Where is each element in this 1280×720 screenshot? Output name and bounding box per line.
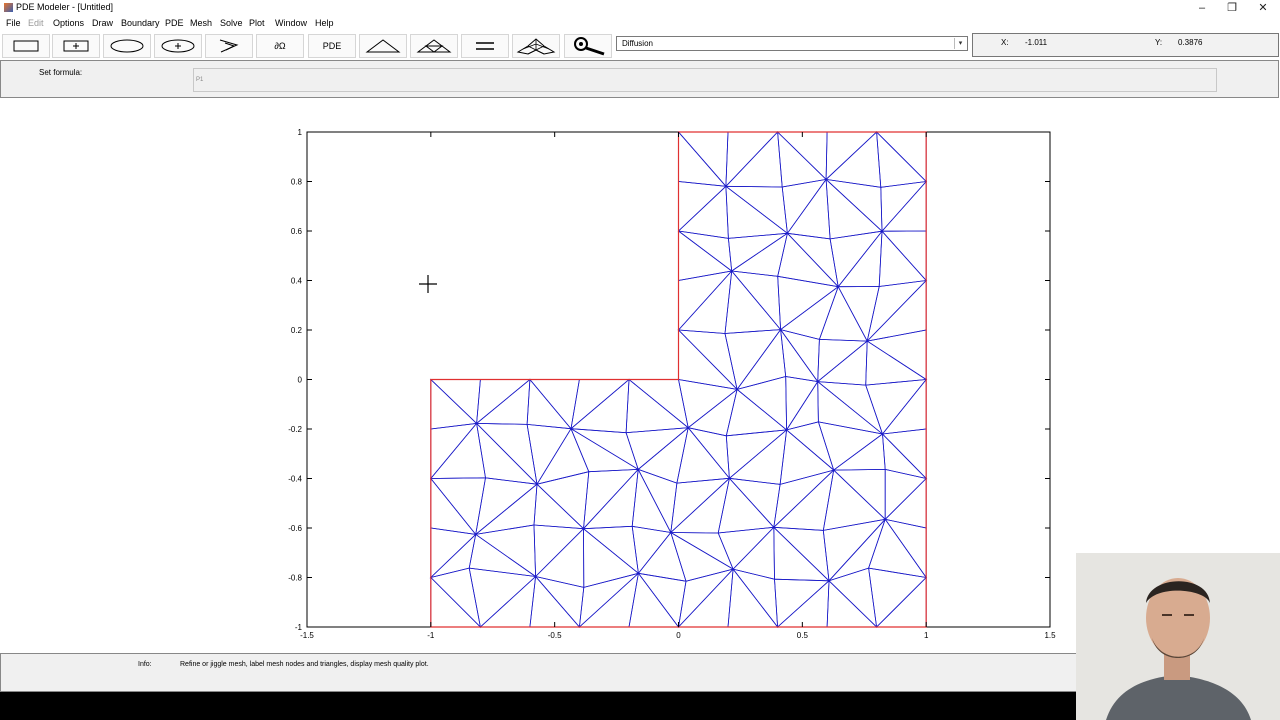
- webcam-overlay: [1076, 553, 1280, 720]
- y-tick-label: 0.2: [291, 326, 303, 335]
- x-tick-label: 1.5: [1044, 631, 1056, 640]
- title-bar: PDE Modeler - [Untitled] – ❐ ✕: [0, 0, 1280, 16]
- x-tick-label: -0.5: [548, 631, 562, 640]
- init-mesh-icon: [365, 39, 401, 53]
- rectangle-button[interactable]: [2, 34, 50, 58]
- menu-pde[interactable]: PDE: [165, 18, 184, 28]
- presenter-video: [1076, 553, 1280, 720]
- y-tick-label: -0.2: [288, 425, 302, 434]
- menu-solve[interactable]: Solve: [220, 18, 243, 28]
- minimize-icon[interactable]: –: [1190, 1, 1214, 15]
- plot-surface-icon: [516, 38, 556, 55]
- x-tick-label: 0: [676, 631, 681, 640]
- ellipse-icon: [110, 39, 144, 53]
- solve-button[interactable]: [461, 34, 509, 58]
- polygon-button[interactable]: [205, 34, 253, 58]
- init-mesh-button[interactable]: [359, 34, 407, 58]
- crosshair-cursor-icon: [419, 275, 437, 293]
- set-formula-input[interactable]: P1: [193, 68, 1217, 92]
- menu-mesh[interactable]: Mesh: [190, 18, 212, 28]
- y-tick-label: -0.4: [288, 475, 302, 484]
- menu-file[interactable]: File: [6, 18, 21, 28]
- menu-edit[interactable]: Edit: [28, 18, 44, 28]
- solve-icon: [476, 42, 494, 50]
- menu-window[interactable]: Window: [275, 18, 307, 28]
- polygon-icon: [219, 39, 239, 53]
- y-coord-value: 0.3876: [1178, 38, 1203, 47]
- y-tick-label: -1: [295, 623, 303, 632]
- y-tick-label: 0.6: [291, 227, 303, 236]
- boundary-mode-label: ∂Ω: [274, 41, 286, 51]
- close-icon[interactable]: ✕: [1251, 1, 1275, 15]
- info-text: Refine or jiggle mesh, label mesh nodes …: [180, 661, 429, 668]
- application-mode-select[interactable]: Diffusion ▾: [616, 36, 968, 51]
- refine-mesh-icon: [416, 39, 452, 53]
- y-tick-label: -0.6: [288, 524, 302, 533]
- y-tick-label: -0.8: [288, 574, 302, 583]
- ellipse-button[interactable]: [103, 34, 151, 58]
- rectangle-icon: [13, 40, 39, 52]
- menu-plot[interactable]: Plot: [249, 18, 265, 28]
- chevron-down-icon[interactable]: ▾: [954, 38, 966, 49]
- menu-bar: File Edit Options Draw Boundary PDE Mesh…: [0, 17, 1280, 31]
- matlab-app-icon: [4, 3, 13, 12]
- plot-button[interactable]: [512, 34, 560, 58]
- y-tick-label: 0: [298, 376, 303, 385]
- x-coord-label: X:: [1001, 38, 1009, 47]
- cursor-coordinates: X: -1.011 Y: 0.3876: [972, 33, 1279, 57]
- centered-ellipse-button[interactable]: [154, 34, 202, 58]
- centered-rectangle-button[interactable]: [52, 34, 100, 58]
- x-coord-value: -1.011: [1025, 38, 1048, 47]
- x-tick-label: 1: [924, 631, 929, 640]
- refine-mesh-button[interactable]: [410, 34, 458, 58]
- set-formula-panel: Set formula: P1: [0, 60, 1279, 98]
- pde-mode-label: PDE: [322, 41, 342, 51]
- zoom-button[interactable]: [564, 34, 612, 58]
- zoom-icon: [574, 37, 605, 56]
- x-tick-label: 0.5: [797, 631, 809, 640]
- y-coord-label: Y:: [1155, 38, 1163, 47]
- info-label: Info:: [138, 661, 152, 668]
- menu-draw[interactable]: Draw: [92, 18, 113, 28]
- set-formula-value: P1: [196, 77, 204, 83]
- menu-options[interactable]: Options: [53, 18, 84, 28]
- y-tick-label: 1: [298, 128, 303, 137]
- y-tick-label: 0.8: [291, 178, 303, 187]
- restore-icon[interactable]: ❐: [1220, 1, 1244, 15]
- centered-rectangle-icon: [63, 40, 89, 52]
- pde-mode-button[interactable]: PDE: [308, 34, 356, 58]
- x-tick-label: -1.5: [300, 631, 314, 640]
- window-title: PDE Modeler - [Untitled]: [16, 2, 114, 12]
- application-mode-value: Diffusion: [622, 39, 653, 48]
- menu-help[interactable]: Help: [315, 18, 334, 28]
- y-tick-label: 0.4: [291, 277, 303, 286]
- menu-boundary[interactable]: Boundary: [121, 18, 160, 28]
- boundary-mode-button[interactable]: ∂Ω: [256, 34, 304, 58]
- set-formula-label: Set formula:: [39, 68, 83, 77]
- x-tick-label: -1: [427, 631, 435, 640]
- centered-ellipse-icon: [161, 39, 195, 53]
